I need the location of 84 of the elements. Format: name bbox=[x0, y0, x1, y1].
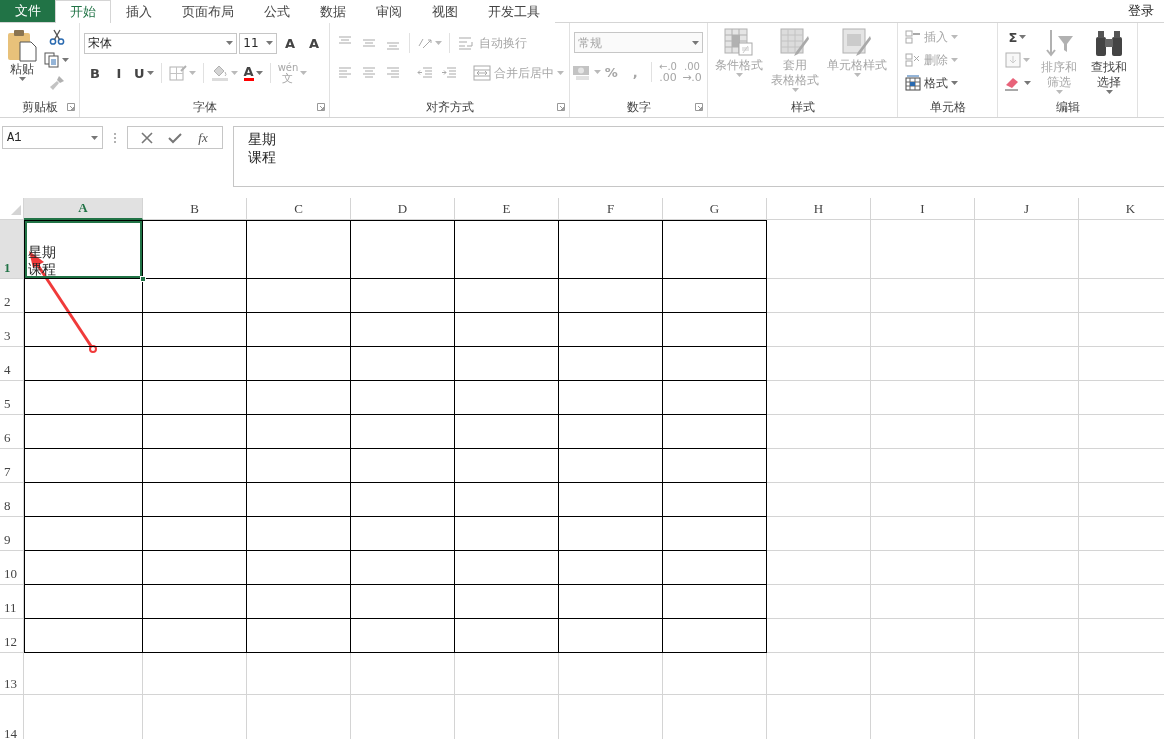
row-header[interactable]: 13 bbox=[0, 652, 24, 695]
column-header[interactable]: H bbox=[767, 198, 871, 220]
column-header[interactable]: I bbox=[871, 198, 975, 220]
clipboard-icon bbox=[7, 28, 37, 62]
column-header[interactable]: J bbox=[975, 198, 1079, 220]
column-header[interactable]: A bbox=[24, 198, 143, 220]
row-header[interactable]: 10 bbox=[0, 550, 24, 585]
tool-button[interactable]: U bbox=[132, 62, 156, 84]
checkmark-icon bbox=[168, 131, 182, 144]
cell-style-icon bbox=[842, 28, 872, 58]
align-right-icon bbox=[386, 66, 400, 80]
caret-icon bbox=[266, 41, 273, 45]
text-angle-icon bbox=[417, 36, 433, 50]
align-middle-icon bbox=[362, 36, 376, 50]
dialog-launcher-icon[interactable] bbox=[317, 103, 325, 111]
group-label: 剪贴板 bbox=[21, 99, 58, 116]
group-label: 单元格 bbox=[929, 99, 966, 116]
column-header[interactable]: C bbox=[247, 198, 351, 220]
dialog-launcher-icon[interactable] bbox=[67, 103, 75, 111]
copy-icon bbox=[44, 52, 60, 68]
dialog-launcher-icon[interactable] bbox=[695, 103, 703, 111]
ribbon-tab[interactable]: 开始 bbox=[55, 0, 111, 23]
row-header[interactable]: 9 bbox=[0, 516, 24, 551]
name-box[interactable]: A1 bbox=[2, 126, 103, 149]
row-header[interactable]: 8 bbox=[0, 482, 24, 517]
caret-icon bbox=[692, 40, 699, 45]
column-header[interactable]: B bbox=[143, 198, 247, 220]
group-label: 编辑 bbox=[1055, 99, 1080, 116]
align-center-icon bbox=[362, 66, 376, 80]
close-icon bbox=[141, 131, 153, 144]
file-tab[interactable]: 文件 bbox=[0, 0, 55, 22]
ribbon-button[interactable]: 粘贴 bbox=[4, 26, 40, 83]
decrease-indent-icon bbox=[417, 66, 433, 80]
dropdown-field[interactable]: 宋体 bbox=[84, 32, 238, 54]
row-header[interactable]: 4 bbox=[0, 346, 24, 381]
tool-button[interactable]: I bbox=[108, 62, 130, 84]
fill-down-icon bbox=[1005, 52, 1021, 68]
increase-indent-icon bbox=[441, 66, 457, 80]
tool-button[interactable]: Σ bbox=[1002, 26, 1033, 48]
ribbon-button[interactable]: 格式 bbox=[902, 72, 961, 94]
group-label: 字体 bbox=[192, 99, 217, 116]
tool-button[interactable]: B bbox=[84, 62, 106, 84]
caret-icon bbox=[226, 41, 234, 45]
grip-icon bbox=[113, 132, 117, 144]
row-header[interactable]: 5 bbox=[0, 380, 24, 415]
group-label: 样式 bbox=[790, 99, 815, 116]
group-label: 数字 bbox=[626, 99, 651, 116]
paint-bucket-icon bbox=[210, 65, 229, 81]
row-header[interactable]: 12 bbox=[0, 618, 24, 653]
tool-button[interactable]: A bbox=[303, 32, 325, 54]
group-label: 对齐方式 bbox=[425, 99, 474, 116]
row-header[interactable]: 6 bbox=[0, 414, 24, 449]
row-header[interactable]: 11 bbox=[0, 584, 24, 619]
insert-cells-icon bbox=[905, 30, 921, 44]
table-style-icon bbox=[780, 28, 810, 58]
currency-icon bbox=[571, 64, 592, 80]
column-header[interactable]: G bbox=[663, 198, 767, 220]
conditional-format-icon bbox=[724, 28, 754, 58]
dialog-launcher-icon[interactable] bbox=[557, 103, 565, 111]
cell-format-icon bbox=[905, 75, 921, 91]
scissors-icon bbox=[48, 29, 65, 45]
column-header[interactable]: D bbox=[351, 198, 455, 220]
ribbon-button[interactable]: 查找和选择 bbox=[1085, 26, 1133, 96]
row-header[interactable]: 2 bbox=[0, 278, 24, 313]
fill-handle[interactable] bbox=[140, 275, 146, 282]
select-all-icon bbox=[11, 205, 21, 216]
row-header[interactable]: 1 bbox=[0, 219, 24, 279]
column-header[interactable]: F bbox=[559, 198, 663, 220]
column-header[interactable]: E bbox=[455, 198, 559, 220]
tool-button[interactable]: A bbox=[279, 32, 301, 54]
sign-in-link[interactable]: 登录 bbox=[1118, 0, 1164, 22]
merge-cells-icon bbox=[473, 65, 491, 81]
align-left-icon bbox=[338, 66, 352, 80]
row-header[interactable]: 7 bbox=[0, 448, 24, 483]
delete-cells-icon bbox=[905, 53, 921, 67]
formula-input[interactable]: 星期 课程 bbox=[233, 126, 1164, 187]
dropdown-field[interactable]: 11 bbox=[239, 32, 277, 54]
row-header[interactable]: 3 bbox=[0, 312, 24, 347]
tool-button[interactable] bbox=[42, 49, 71, 71]
brush-icon bbox=[48, 75, 65, 91]
border-icon bbox=[168, 65, 187, 81]
wrap-text-icon bbox=[458, 36, 476, 50]
tool-button[interactable]: A bbox=[241, 62, 265, 84]
caret-icon bbox=[91, 135, 98, 140]
